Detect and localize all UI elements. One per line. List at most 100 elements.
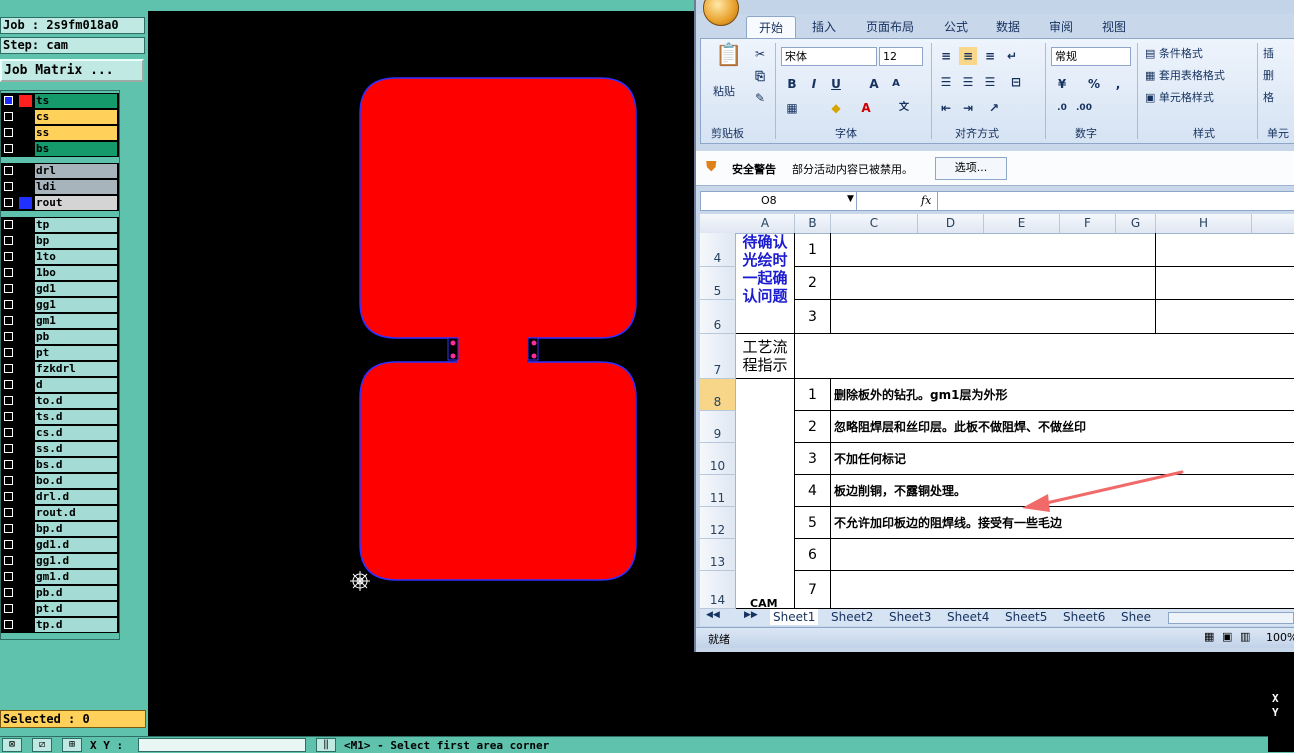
layer-row[interactable]: bo.d [1, 473, 119, 489]
format-cells-button[interactable]: 格 [1263, 89, 1274, 107]
step-number[interactable]: 3 [795, 443, 831, 475]
fx-button[interactable]: fx [921, 194, 931, 207]
step-text[interactable] [831, 539, 1294, 571]
tab-formulas[interactable]: 公式 [944, 16, 968, 38]
spreadsheet-grid[interactable]: ABCDEFGH 4 5 6 7 8 9 10 11 12 13 14 待确认光绘时一起确认问题 1 2 3… [700, 214, 1294, 609]
page-layout-view-icon[interactable]: ▣ [1222, 630, 1232, 643]
italic-button[interactable]: I [805, 75, 823, 93]
layer-row[interactable]: cs [1, 109, 119, 125]
step-text[interactable] [831, 571, 1294, 609]
currency-icon[interactable]: ¥ [1053, 75, 1071, 93]
cut-icon[interactable]: ✂ [751, 45, 769, 63]
layer-row[interactable]: ts [1, 93, 119, 109]
zoom-tool-button[interactable]: ⧄ [32, 738, 52, 752]
layer-row[interactable]: 1to [1, 249, 119, 265]
layer-row[interactable]: pt [1, 345, 119, 361]
layer-row[interactable]: gg1 [1, 297, 119, 313]
layer-list[interactable]: ts cs ss bs drl ldi rout tp bp 1to 1bo gd1 gg1 gm1 pb p… [0, 90, 120, 640]
layer-checkbox[interactable] [4, 508, 13, 517]
layer-row[interactable]: cs.d [1, 425, 119, 441]
xy-input[interactable] [138, 738, 306, 752]
layer-checkbox[interactable] [4, 284, 13, 293]
tab-review[interactable]: 审阅 [1049, 16, 1073, 38]
align-middle-icon[interactable]: ≡ [959, 47, 977, 65]
step-text[interactable]: 删除板外的钻孔。gm1层为外形 [831, 379, 1294, 411]
row-header[interactable]: 5 [700, 267, 736, 300]
decrease-decimal-icon[interactable]: .00 [1075, 99, 1093, 117]
decrease-indent-icon[interactable]: ⇤ [937, 99, 955, 117]
fill-color-icon[interactable]: ◆ [827, 99, 845, 117]
layer-checkbox[interactable] [4, 604, 13, 613]
layer-checkbox[interactable] [4, 556, 13, 565]
layer-checkbox[interactable] [4, 96, 13, 105]
layer-checkbox[interactable] [4, 144, 13, 153]
sheet-tab-1[interactable]: Sheet1 [770, 609, 819, 625]
layer-checkbox[interactable] [4, 198, 13, 207]
sheet-tab-7[interactable]: Shee [1118, 609, 1154, 625]
layer-row[interactable]: to.d [1, 393, 119, 409]
shrink-font-icon[interactable]: A [887, 75, 905, 93]
step-text[interactable]: 忽略阻焊层和丝印层。此板不做阻焊、不做丝印 [831, 411, 1294, 443]
layer-checkbox[interactable] [4, 572, 13, 581]
tab-home[interactable]: 开始 [746, 16, 796, 39]
layer-color-swatch[interactable] [19, 197, 32, 209]
layer-row[interactable]: gd1.d [1, 537, 119, 553]
pause-tool-button[interactable]: ‖ [316, 738, 336, 752]
layer-row[interactable]: tp.d [1, 617, 119, 633]
zoom-level[interactable]: 100% [1266, 631, 1294, 644]
layer-row[interactable]: gd1 [1, 281, 119, 297]
sheet-tab-5[interactable]: Sheet5 [1002, 609, 1050, 625]
row-header[interactable]: 6 [700, 300, 736, 334]
pending-content-cell[interactable] [831, 267, 1156, 300]
pending-number[interactable]: 1 [795, 233, 831, 267]
sheet-tab-3[interactable]: Sheet3 [886, 609, 934, 625]
border-icon[interactable]: ▦ [783, 99, 801, 117]
layer-checkbox[interactable] [4, 112, 13, 121]
layer-checkbox[interactable] [4, 348, 13, 357]
layer-row[interactable]: pt.d [1, 601, 119, 617]
pending-content-cell[interactable] [831, 300, 1156, 334]
layer-row[interactable]: ss.d [1, 441, 119, 457]
layer-row[interactable]: tp [1, 217, 119, 233]
office-button-icon[interactable] [703, 0, 739, 26]
cell-styles-button[interactable]: ▣ 单元格样式 [1145, 89, 1214, 107]
row-header[interactable]: 8 [700, 379, 736, 411]
align-right-icon[interactable]: ☰ [981, 73, 999, 91]
layer-row[interactable]: fzkdrl [1, 361, 119, 377]
layer-row[interactable]: pb.d [1, 585, 119, 601]
step-number[interactable]: 5 [795, 507, 831, 539]
align-bottom-icon[interactable]: ≡ [981, 47, 999, 65]
increase-decimal-icon[interactable]: .0 [1053, 99, 1071, 117]
chevron-down-icon[interactable]: ▼ [847, 194, 854, 204]
layer-checkbox[interactable] [4, 316, 13, 325]
font-size-select[interactable]: 12 [879, 47, 923, 66]
formula-input[interactable] [937, 192, 1294, 210]
merge-cells-icon[interactable]: ⊟ [1007, 73, 1025, 91]
delete-cells-button[interactable]: 删 [1263, 67, 1274, 85]
paste-button[interactable]: 粘贴 [713, 83, 735, 101]
format-painter-icon[interactable]: ✎ [751, 89, 769, 107]
layer-row[interactable]: bs [1, 141, 119, 157]
column-header-h[interactable]: H [1156, 214, 1252, 233]
layer-row[interactable]: ss [1, 125, 119, 141]
comma-icon[interactable]: , [1109, 75, 1127, 93]
align-center-icon[interactable]: ☰ [959, 73, 977, 91]
wrap-text-icon[interactable]: ↵ [1003, 47, 1021, 65]
process-a-merged[interactable]: CAM [736, 379, 795, 609]
layer-checkbox[interactable] [4, 332, 13, 341]
pending-extra-cell[interactable] [1156, 233, 1294, 267]
page-break-view-icon[interactable]: ▥ [1240, 630, 1250, 643]
grow-font-icon[interactable]: A [865, 75, 883, 93]
percent-button[interactable]: % [1085, 75, 1103, 93]
tab-insert[interactable]: 插入 [812, 16, 836, 38]
layer-checkbox[interactable] [4, 268, 13, 277]
grid-tool-button[interactable]: ⊞ [62, 738, 82, 752]
insert-cells-button[interactable]: 插 [1263, 45, 1274, 63]
step-number[interactable]: 2 [795, 411, 831, 443]
step-number[interactable]: 1 [795, 379, 831, 411]
font-color-icon[interactable]: A [857, 99, 875, 117]
tab-page-layout[interactable]: 页面布局 [866, 16, 914, 38]
layer-checkbox[interactable] [4, 396, 13, 405]
sheet-tab-6[interactable]: Sheet6 [1060, 609, 1108, 625]
name-box[interactable]: O8 [701, 192, 857, 210]
